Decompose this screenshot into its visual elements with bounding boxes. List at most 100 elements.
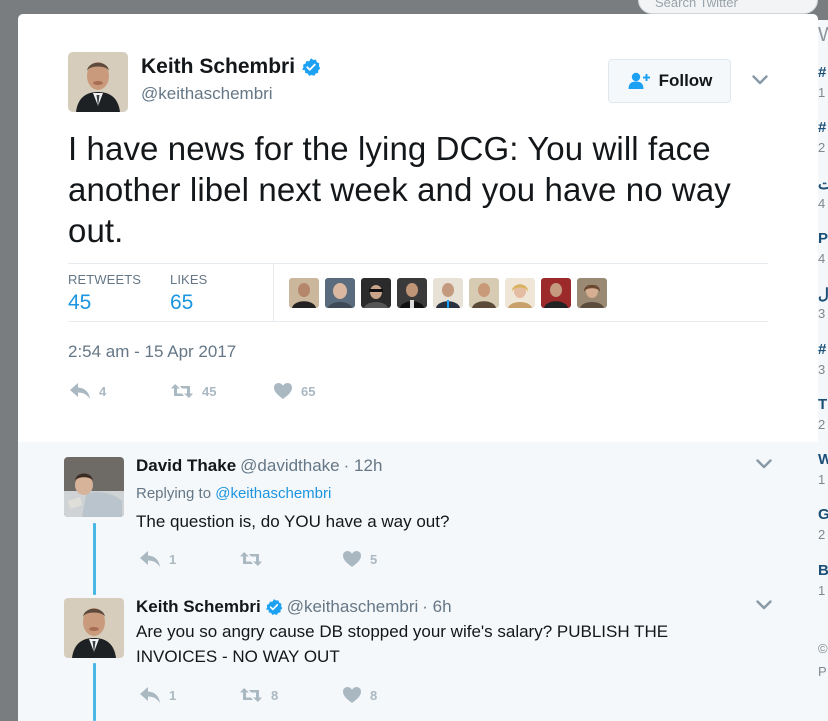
liker-avatar[interactable]	[433, 278, 463, 308]
reply-icon	[140, 551, 160, 567]
reply-header: Keith Schembri @keithaschembri · 6h	[136, 597, 452, 617]
reply-time[interactable]: · 12h	[344, 456, 383, 476]
liker-avatar[interactable]	[469, 278, 499, 308]
trend-tag[interactable]: B	[818, 562, 828, 579]
footer-fragment[interactable]: ©	[818, 641, 828, 656]
reply-author-name[interactable]: Keith Schembri	[136, 597, 261, 617]
reply-author-handle[interactable]: @davidthake	[240, 456, 340, 476]
liker-avatar[interactable]	[325, 278, 355, 308]
trend-tag[interactable]: ت	[818, 175, 828, 193]
reply-author-handle[interactable]: @keithaschembri	[287, 597, 419, 617]
heart-icon	[343, 551, 361, 567]
trend-tag[interactable]: ل	[818, 285, 828, 303]
trend-count: 2	[818, 417, 826, 432]
like-count: 8	[370, 687, 378, 703]
trend-count: 4	[818, 251, 826, 266]
trend-tag[interactable]: #	[818, 341, 826, 358]
retweet-button[interactable]: 8	[239, 686, 278, 704]
tweet-text: I have news for the lying DCG: You will …	[68, 130, 731, 249]
trend-count: 3	[818, 362, 826, 377]
retweet-button[interactable]: 45	[170, 382, 216, 400]
author-avatar[interactable]	[68, 52, 128, 112]
liker-avatar[interactable]	[397, 278, 427, 308]
author-name-text[interactable]: Keith Schembri	[141, 55, 295, 79]
retweets-label: RETWEETS	[68, 272, 142, 287]
retweet-count: 45	[202, 383, 217, 399]
liker-avatar[interactable]	[505, 278, 535, 308]
background-trends-sidebar: W # 1 # 2 ت 4 P 4 ل 3 # 3 T 2 W 1 G 2 B …	[818, 20, 828, 721]
reply-time[interactable]: · 6h	[422, 597, 451, 617]
trend-tag[interactable]: W	[818, 451, 828, 468]
reply-author-avatar[interactable]	[64, 457, 124, 517]
retweet-icon	[171, 384, 193, 398]
trend-tag[interactable]: #	[818, 119, 826, 136]
reply-header: David Thake @davidthake · 12h	[136, 456, 382, 476]
reply-text: Are you so angry cause DB stopped your w…	[136, 622, 669, 666]
footer-fragment[interactable]: P	[818, 664, 827, 679]
reply-button[interactable]: 1	[139, 550, 176, 568]
reply-author-name[interactable]: David Thake	[136, 456, 236, 476]
reply-text: The question is, do YOU have a way out?	[136, 512, 450, 531]
reply-count: 1	[169, 551, 177, 567]
trend-count: 1	[818, 583, 826, 598]
replying-to: Replying to @keithaschembri	[136, 485, 331, 502]
trend-tag[interactable]: #	[818, 64, 826, 81]
reply-icon	[140, 687, 160, 703]
trend-tag[interactable]: G	[818, 506, 828, 523]
reply-more-chevron-icon[interactable]	[756, 600, 772, 610]
reply-button[interactable]: 1	[139, 686, 176, 704]
follow-label: Follow	[658, 71, 713, 90]
follow-user-icon	[628, 72, 650, 89]
reply-more-chevron-icon[interactable]	[756, 459, 772, 469]
likes-label: LIKES	[170, 272, 208, 287]
reply-button[interactable]: 4	[69, 382, 106, 400]
reply-count: 4	[99, 383, 107, 399]
trend-tag[interactable]: T	[818, 396, 827, 413]
reply-count: 1	[169, 687, 177, 703]
retweet-icon	[240, 688, 262, 702]
tweet-timestamp[interactable]: 2:54 am - 15 Apr 2017	[68, 342, 236, 362]
like-button[interactable]: 8	[342, 686, 377, 704]
trend-tag[interactable]: P	[818, 230, 828, 247]
trend-count: 2	[818, 527, 826, 542]
background-sidebar-heading: W	[818, 24, 828, 46]
stats-vertical-divider	[273, 263, 274, 322]
likes-count[interactable]: 65	[170, 291, 193, 315]
retweets-count[interactable]: 45	[68, 291, 91, 315]
like-count: 5	[370, 551, 378, 567]
trend-count: 4	[818, 196, 826, 211]
author-handle[interactable]: @keithaschembri	[141, 84, 273, 104]
liker-avatars	[289, 278, 607, 308]
like-button[interactable]: 65	[273, 382, 315, 400]
replying-to-prefix: Replying to	[136, 485, 212, 502]
retweet-button[interactable]	[239, 550, 271, 568]
reply-icon	[70, 383, 90, 399]
stats-bottom-divider	[68, 321, 768, 322]
author-name[interactable]: Keith Schembri	[141, 55, 321, 79]
heart-icon	[343, 687, 361, 703]
replying-to-handle[interactable]: @keithaschembri	[215, 485, 331, 502]
trend-count: 1	[818, 472, 826, 487]
heart-icon	[274, 383, 292, 399]
retweet-icon	[240, 552, 262, 566]
thread-line	[93, 523, 96, 595]
trend-count: 3	[818, 306, 826, 321]
trend-count: 1	[818, 85, 826, 100]
liker-avatar[interactable]	[361, 278, 391, 308]
retweet-count: 8	[271, 687, 279, 703]
reply-author-avatar[interactable]	[64, 598, 124, 658]
liker-avatar[interactable]	[577, 278, 607, 308]
follow-button[interactable]: Follow	[608, 59, 731, 103]
thread-line	[93, 663, 96, 721]
like-count: 65	[301, 383, 316, 399]
trend-count: 2	[818, 140, 826, 155]
verified-badge-icon	[302, 58, 321, 76]
tweet-more-chevron-icon[interactable]	[752, 75, 768, 85]
liker-avatar[interactable]	[541, 278, 571, 308]
tweet-card: Keith Schembri @keithaschembri Follow I …	[18, 14, 818, 442]
stats-top-divider	[68, 263, 768, 264]
like-button[interactable]: 5	[342, 550, 377, 568]
replies-section: David Thake @davidthake · 12h Replying t…	[18, 442, 818, 721]
background-search-field[interactable]: Search Twitter	[638, 0, 818, 14]
liker-avatar[interactable]	[289, 278, 319, 308]
